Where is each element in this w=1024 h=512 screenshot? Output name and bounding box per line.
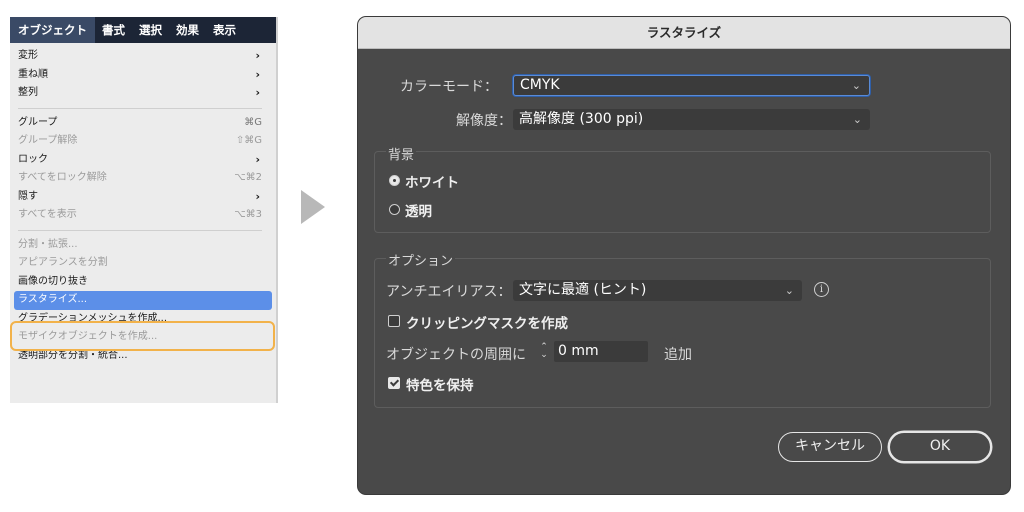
menu-item-label: グループ [18,116,58,128]
menubar-view[interactable]: 表示 [206,22,243,38]
menu-item-rasterize[interactable]: ラスタライズ... [14,291,272,310]
background-transparent-label[interactable]: 透明 [405,200,432,220]
keep-spot-checkbox[interactable] [388,377,400,389]
object-menu: 変形 › 重ね順 › 整列 › グループ ⌘G グループ解除 ⇧⌘G ロック ›… [10,43,276,365]
background-group [374,151,991,233]
menu-item-shortcut: ⌥⌘3 [234,209,262,220]
chevron-down-icon: ⌄ [784,284,794,297]
menu-item-label: 重ね順 [18,68,48,80]
options-legend: オプション [386,250,456,269]
background-transparent-radio[interactable] [389,204,400,215]
play-arrow-icon [301,190,325,224]
antialias-label: アンチエイリアス： [386,284,512,300]
menu-item-label: アピアランスを分割 [18,257,108,268]
chevron-right-icon: › [255,189,260,203]
color-mode-label: カラーモード： [400,79,498,95]
ok-button[interactable]: OK [889,432,991,462]
keep-spot-label[interactable]: 特色を保持 [406,374,474,394]
chevron-right-icon: › [255,86,260,99]
menu-item-label: モザイクオブジェクトを作成... [18,331,158,342]
menu-item-label: ラスタライズ... [18,294,88,305]
object-menu-screenshot: オブジェクト 書式 選択 効果 表示 変形 › 重ね順 › 整列 › グループ … [10,17,278,403]
menu-separator [18,107,262,109]
menu-item-hide[interactable]: 隠す › [10,188,276,207]
menu-item-shortcut: ⌘G [244,116,262,128]
menu-item-label: グループ解除 [18,135,78,146]
padding-suffix: 追加 [664,347,692,363]
menu-item-lock[interactable]: ロック › [10,151,276,170]
menu-item-label: すべてをロック解除 [18,172,107,183]
background-white-label[interactable]: ホワイト [405,171,459,191]
menu-item-create-object-mosaic: モザイクオブジェクトを作成... [10,328,276,347]
menubar-effect[interactable]: 効果 [169,22,206,38]
menu-item-label: すべてを表示 [18,209,77,220]
cancel-button[interactable]: キャンセル [778,432,882,462]
menu-item-flatten-transparency[interactable]: 透明部分を分割・統合... [10,347,276,366]
info-icon[interactable]: i [814,282,829,297]
menu-item-expand-appearance: アピアランスを分割 [10,254,276,273]
clipping-mask-label[interactable]: クリッピングマスクを作成 [406,312,568,332]
rasterize-dialog: ラスタライズ カラーモード： CMYK ⌄ 解像度： 高解像度 (300 ppi… [358,17,1010,494]
menu-item-ungroup: グループ解除 ⇧⌘G [10,132,276,151]
menu-item-label: 画像の切り抜き [18,275,88,287]
menubar-type[interactable]: 書式 [95,22,132,38]
menu-item-unlock-all: すべてをロック解除 ⌥⌘2 [10,169,276,188]
resolution-label: 解像度： [456,113,512,129]
clipping-mask-checkbox[interactable] [388,315,400,327]
chevron-down-icon: ⌄ [852,113,862,126]
antialias-dropdown[interactable]: 文字に最適 (ヒント) ⌄ [513,280,802,301]
menu-item-shortcut: ⌥⌘2 [234,172,262,183]
color-mode-value: CMYK [520,77,560,93]
menu-item-label: 変形 [18,50,38,61]
menu-item-create-gradient-mesh[interactable]: グラデーションメッシュを作成... [10,310,276,329]
resolution-dropdown[interactable]: 高解像度 (300 ppi) ⌄ [513,109,870,130]
dialog-title: ラスタライズ [358,17,1010,49]
menu-item-label: 分割・拡張... [18,238,78,250]
chevron-right-icon: › [255,49,260,62]
menu-item-group[interactable]: グループ ⌘G [10,114,276,133]
chevron-right-icon: › [255,67,260,81]
menu-item-label: 整列 [18,87,38,98]
menu-item-label: ロック [18,153,48,165]
menu-item-align[interactable]: 整列 › [10,84,276,103]
menu-item-label: グラデーションメッシュを作成... [18,312,168,324]
resolution-value: 高解像度 (300 ppi) [519,111,644,127]
menu-separator [18,229,262,231]
chevron-right-icon: › [255,152,260,166]
menu-item-transform[interactable]: 変形 › [10,47,276,66]
menu-bar: オブジェクト 書式 選択 効果 表示 [10,17,276,43]
padding-label: オブジェクトの周囲に [386,347,526,363]
chevron-down-icon: ⌄ [851,79,861,92]
antialias-value: 文字に最適 (ヒント) [519,282,647,298]
color-mode-dropdown[interactable]: CMYK ⌄ [513,75,870,96]
background-white-radio[interactable] [389,175,400,186]
menu-item-label: 隠す [18,190,38,202]
menu-item-crop-image[interactable]: 画像の切り抜き [10,273,276,292]
menu-item-shortcut: ⇧⌘G [235,135,262,146]
menubar-select[interactable]: 選択 [132,22,169,38]
menu-item-expand: 分割・拡張... [10,236,276,255]
menubar-object[interactable]: オブジェクト [10,17,95,43]
padding-input[interactable]: 0 mm [554,341,648,362]
background-legend: 背景 [386,144,417,163]
menu-item-show-all: すべてを表示 ⌥⌘3 [10,206,276,225]
menu-item-arrange[interactable]: 重ね順 › [10,66,276,85]
menu-item-label: 透明部分を分割・統合... [18,349,128,361]
stepper-icon[interactable]: ⌃ ⌄ [537,341,551,362]
